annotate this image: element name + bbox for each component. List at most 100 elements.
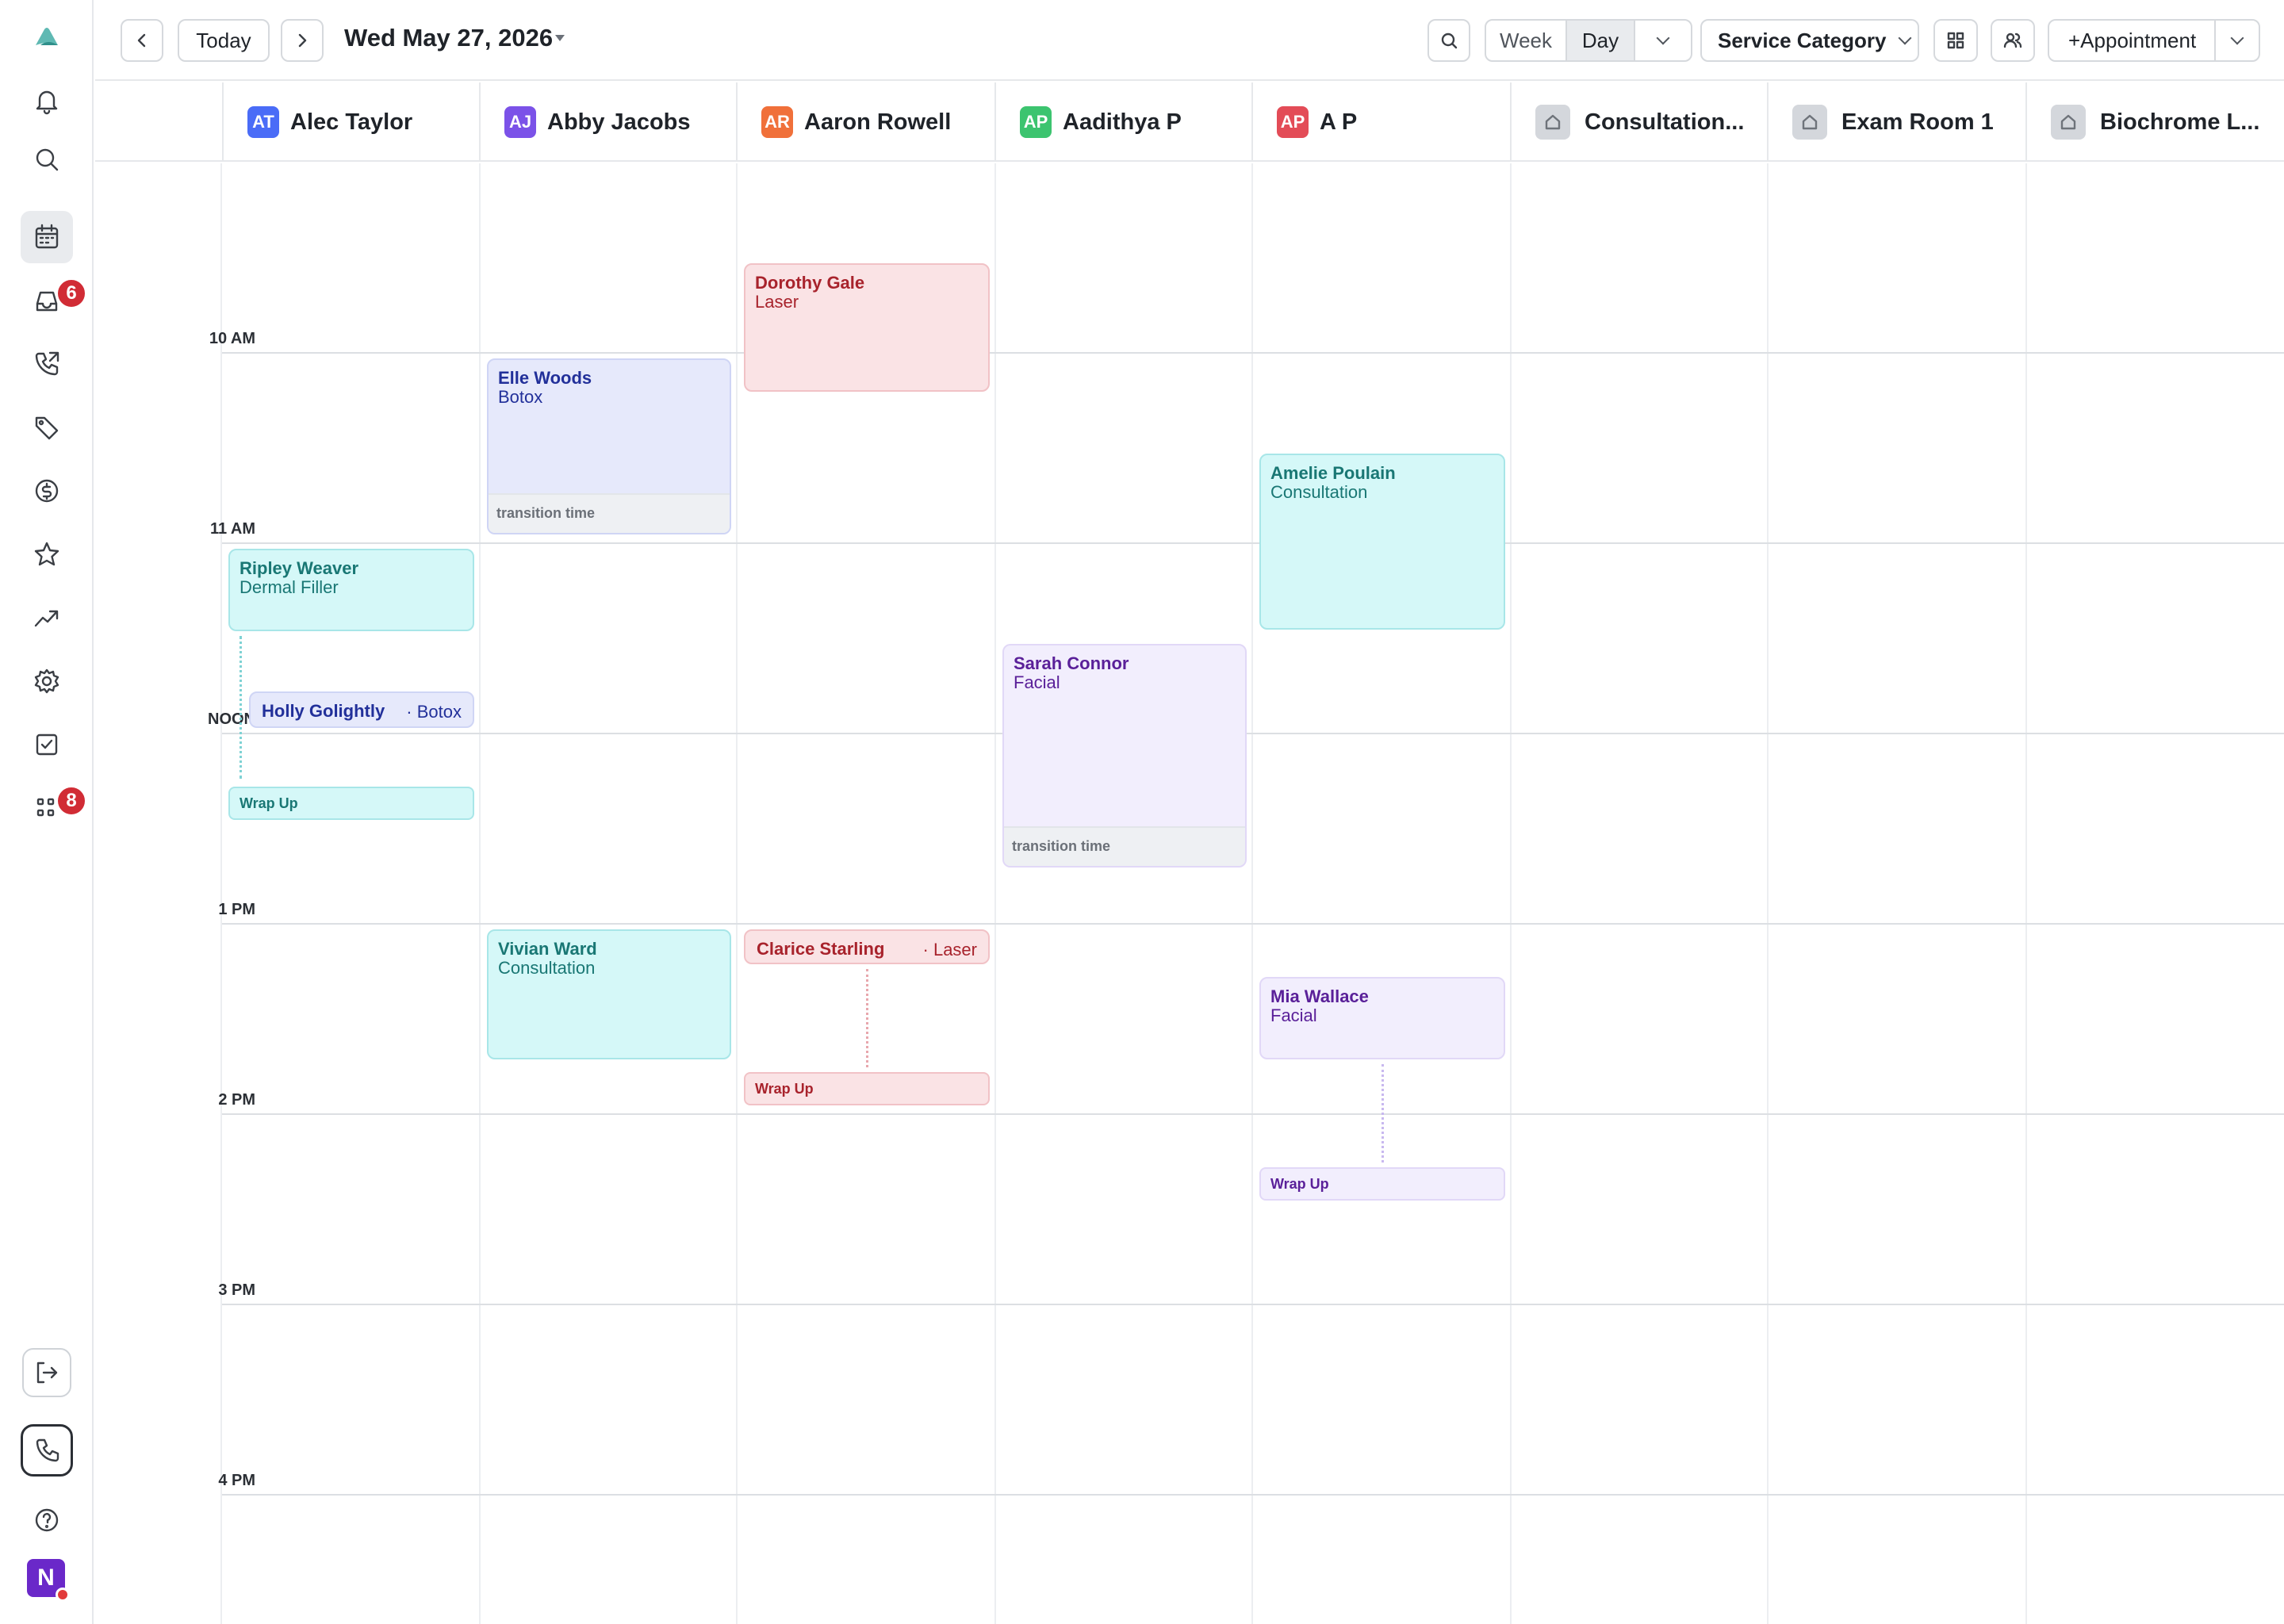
provider-name: Aadithya P (1063, 109, 1182, 135)
tags-icon[interactable] (21, 401, 73, 454)
appointment-ripley-weaver[interactable]: Ripley Weaver Dermal Filler (228, 549, 474, 631)
transition-time: transition time (1004, 826, 1245, 866)
room-name: Exam Room 1 (1841, 109, 1994, 135)
staff-filter-button[interactable] (1991, 19, 2035, 62)
provider-name: A P (1320, 109, 1358, 135)
help-icon[interactable] (21, 1494, 73, 1546)
hour-line (222, 352, 2284, 354)
user-initial: N (37, 1565, 55, 1591)
appointment-vivian-ward[interactable]: Vivian Ward Consultation (487, 929, 731, 1059)
today-button[interactable]: Today (178, 19, 270, 62)
notifications-icon[interactable] (21, 75, 73, 127)
column-a-p[interactable]: AP A P (1251, 82, 1510, 162)
provider-name: Alec Taylor (290, 109, 413, 135)
calendar-search-button[interactable] (1428, 19, 1470, 62)
chevron-down-icon (2230, 31, 2244, 45)
phone-icon[interactable] (21, 1424, 73, 1477)
column-divider (1510, 163, 1512, 1624)
appointment-client: Vivian Ward (498, 939, 597, 959)
column-divider (2025, 163, 2027, 1624)
hour-line (222, 1113, 2284, 1115)
day-schedule-grid[interactable]: 10 AM 11 AM NOON 1 PM 2 PM 3 PM 4 PM Rip… (95, 163, 2284, 1624)
column-exam-room-1[interactable]: Exam Room 1 (1767, 82, 2025, 162)
view-dropdown[interactable] (1635, 21, 1691, 60)
appointment-service: Facial (1270, 1005, 1317, 1025)
billing-icon[interactable] (21, 465, 73, 517)
hour-line (222, 733, 2284, 734)
provider-badge: AJ (504, 106, 536, 138)
wrap-up-block[interactable]: Wrap Up (744, 1072, 990, 1105)
logo-icon (36, 28, 58, 45)
week-view-tab[interactable]: Week (1486, 21, 1567, 60)
service-category-filter[interactable]: Service Category (1700, 19, 1919, 62)
search-icon (1441, 33, 1458, 49)
search-icon[interactable] (21, 133, 73, 186)
appointment-client: Elle Woods (498, 368, 592, 388)
view-switcher: Week Day (1485, 19, 1692, 62)
column-alec-taylor[interactable]: AT Alec Taylor (222, 82, 479, 162)
column-abby-jacobs[interactable]: AJ Abby Jacobs (479, 82, 736, 162)
calendar-icon[interactable] (21, 211, 73, 263)
appointment-client: Clarice Starling (757, 939, 885, 959)
provider-badge: AT (247, 106, 279, 138)
wrap-up-block[interactable]: Wrap Up (1259, 1167, 1505, 1201)
appointment-holly-golightly[interactable]: Holly Golightly · Botox (249, 691, 474, 728)
analytics-icon[interactable] (21, 592, 73, 644)
app-logo[interactable] (21, 11, 73, 63)
hour-line (222, 1304, 2284, 1305)
wrap-up-connector (240, 636, 242, 779)
chevron-right-icon (298, 33, 307, 48)
star-icon[interactable] (21, 528, 73, 580)
column-divider (1251, 163, 1253, 1624)
apps-icon[interactable]: 8 (21, 782, 87, 834)
provider-name: Abby Jacobs (547, 109, 691, 135)
appointment-amelie-poulain[interactable]: Amelie Poulain Consultation (1259, 454, 1505, 630)
user-avatar[interactable]: N (27, 1559, 70, 1602)
tasks-icon[interactable] (21, 718, 73, 771)
appointment-dorothy-gale[interactable]: Dorothy Gale Laser (744, 263, 990, 392)
column-aaron-rowell[interactable]: AR Aaron Rowell (736, 82, 994, 162)
appointment-sarah-connor[interactable]: Sarah Connor Facial transition time (1002, 644, 1247, 868)
grid-layout-button[interactable] (1933, 19, 1978, 62)
time-label: NOON (208, 710, 255, 728)
chevron-down-icon (1656, 31, 1670, 45)
column-biochrome-lab[interactable]: Biochrome L... (2025, 82, 2284, 162)
room-icon (1535, 105, 1570, 140)
hour-line (222, 542, 2284, 544)
grid-icon (1947, 32, 1964, 49)
appointment-service: · Laser (922, 940, 977, 959)
wrap-up-connector (866, 969, 868, 1067)
appointment-client: Holly Golightly (262, 701, 385, 721)
wrap-up-block[interactable]: Wrap Up (228, 787, 474, 820)
provider-columns-header: AT Alec Taylor AJ Abby Jacobs AR Aaron R… (95, 82, 2284, 162)
column-consultation-room[interactable]: Consultation... (1510, 82, 1767, 162)
prev-day-button[interactable] (121, 19, 163, 62)
appointment-mia-wallace[interactable]: Mia Wallace Facial (1259, 977, 1505, 1059)
phone-calls-icon[interactable] (21, 338, 73, 390)
next-day-button[interactable] (281, 19, 324, 62)
chevron-left-icon (137, 33, 146, 48)
column-divider (479, 163, 481, 1624)
appointment-client: Dorothy Gale (755, 273, 865, 293)
calendar-toolbar: Today Wed May 27, 2026 Week Day Service … (95, 0, 2284, 81)
appointment-service: Laser (755, 292, 799, 312)
appointment-service: Consultation (498, 958, 596, 978)
add-appointment-dropdown[interactable] (2216, 21, 2259, 60)
appointment-elle-woods[interactable]: Elle Woods Botox transition time (487, 358, 731, 534)
appointment-clarice-starling[interactable]: Clarice Starling · Laser (744, 929, 990, 964)
logout-icon[interactable] (22, 1348, 71, 1397)
service-category-label: Service Category (1718, 28, 1887, 52)
appointment-service: · Botox (406, 702, 462, 722)
transition-time: transition time (489, 493, 730, 533)
day-view-tab[interactable]: Day (1567, 21, 1635, 60)
wrap-up-connector (1382, 1064, 1384, 1162)
provider-badge: AP (1277, 106, 1309, 138)
room-name: Biochrome L... (2100, 109, 2260, 135)
current-date[interactable]: Wed May 27, 2026 (344, 24, 553, 52)
provider-badge: AR (761, 106, 793, 138)
date-caret-icon[interactable] (555, 35, 565, 41)
settings-icon[interactable] (21, 655, 73, 707)
column-aadithya-p[interactable]: AP Aadithya P (994, 82, 1251, 162)
time-label: 2 PM (218, 1091, 255, 1109)
inbox-icon[interactable]: 6 (21, 274, 87, 327)
